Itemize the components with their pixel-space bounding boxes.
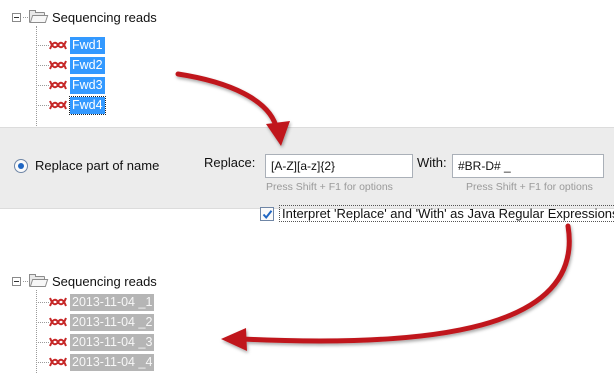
tree-item-label: Fwd1 xyxy=(70,36,105,54)
replace-part-of-name-label: Replace part of name xyxy=(35,158,160,173)
tree-item-fwd3[interactable]: Fwd3 xyxy=(36,76,105,94)
with-label: With: xyxy=(417,155,447,170)
arrow-to-result xyxy=(221,223,572,351)
tree-root-label: Sequencing reads xyxy=(52,9,157,25)
sequence-read-icon xyxy=(49,40,67,50)
replace-input[interactable]: [A-Z][a-z]{2} xyxy=(265,154,413,178)
tree-item-label: 2013-11-04 _1 xyxy=(70,293,155,311)
tree-connector xyxy=(36,44,49,46)
tree-item-label: Fwd2 xyxy=(70,56,105,74)
tree-item-label: Fwd4 xyxy=(69,95,106,115)
tree-item-fwd1[interactable]: Fwd1 xyxy=(36,36,105,54)
tree-connector xyxy=(36,104,49,106)
tree-item-renamed-1[interactable]: 2013-11-04 _1 xyxy=(36,293,155,311)
tree-connector xyxy=(23,280,28,282)
sequence-read-icon xyxy=(49,337,67,347)
rename-options-panel: Replace part of name Replace: [A-Z][a-z]… xyxy=(0,127,614,209)
tree-item-renamed-3[interactable]: 2013-11-04 _3 xyxy=(36,333,155,351)
tree-item-fwd4[interactable]: Fwd4 xyxy=(36,95,106,115)
radio-button-selected[interactable] xyxy=(14,158,28,173)
tree-connector xyxy=(36,64,49,66)
tree-item-label: 2013-11-04 _3 xyxy=(70,333,155,351)
tree-connector xyxy=(36,301,49,303)
with-hint: Press Shift + F1 for options xyxy=(466,181,593,193)
regex-checkbox[interactable] xyxy=(260,206,274,221)
tree-root-sequencing-reads[interactable]: Sequencing reads xyxy=(12,8,157,26)
regex-checkbox-label: Interpret 'Replace' and 'With' as Java R… xyxy=(279,205,614,222)
tree-item-label: 2013-11-04 _4 xyxy=(70,353,155,371)
sequence-read-icon xyxy=(49,357,67,367)
tree-item-label: 2013-11-04 _2 xyxy=(70,313,155,331)
sequence-read-icon xyxy=(49,297,67,307)
tree-item-renamed-4[interactable]: 2013-11-04 _4 xyxy=(36,353,155,371)
folder-icon xyxy=(29,274,49,288)
tree-connector xyxy=(36,361,49,363)
tree-item-renamed-2[interactable]: 2013-11-04 _2 xyxy=(36,313,155,331)
folder-icon xyxy=(29,10,49,24)
tree-root-label: Sequencing reads xyxy=(52,273,157,289)
with-input[interactable]: #BR-D# _ xyxy=(452,154,604,178)
tree-item-label: Fwd3 xyxy=(70,76,105,94)
tree-connector xyxy=(36,341,49,343)
tree-root-sequencing-reads[interactable]: Sequencing reads xyxy=(12,272,157,290)
tree-connector xyxy=(36,84,49,86)
sequence-read-icon xyxy=(49,100,67,110)
replace-hint: Press Shift + F1 for options xyxy=(266,181,393,193)
collapse-expander-icon[interactable] xyxy=(12,12,21,22)
sequence-read-icon xyxy=(49,60,67,70)
regex-checkbox-row[interactable]: Interpret 'Replace' and 'With' as Java R… xyxy=(260,205,614,222)
replace-label: Replace: xyxy=(204,155,256,170)
tree-item-fwd2[interactable]: Fwd2 xyxy=(36,56,105,74)
check-mark-icon xyxy=(262,209,273,219)
collapse-expander-icon[interactable] xyxy=(12,276,21,286)
sequence-read-icon xyxy=(49,80,67,90)
tree-connector xyxy=(36,321,49,323)
tree-connector xyxy=(23,16,28,18)
replace-part-of-name-option[interactable]: Replace part of name xyxy=(14,158,159,173)
sequence-read-icon xyxy=(49,317,67,327)
